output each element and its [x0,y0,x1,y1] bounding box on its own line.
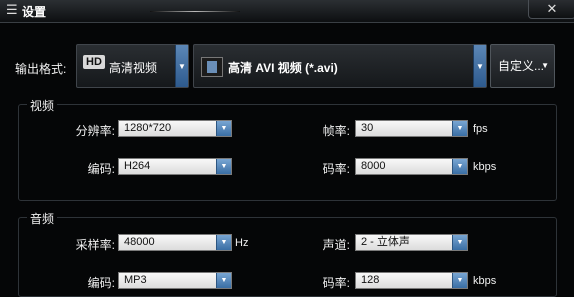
framerate-value: 30 [361,122,374,134]
video-group-title: 视频 [27,97,58,114]
custom-settings-button[interactable]: 自定义... ▼ [490,44,555,88]
resolution-value: 1280*720 [124,122,172,134]
video-codec-value: H264 [124,160,151,172]
resolution-select[interactable]: 1280*720 ▼ [118,120,232,137]
audio-group-title: 音频 [27,210,58,227]
format-value: 高清 AVI 视频 (*.avi) [228,61,338,75]
video-codec-label: 编码: [87,162,115,176]
audio-bitrate-unit: kbps [473,275,497,287]
audio-bitrate-select[interactable]: 128 ▼ [355,272,468,289]
chevron-down-icon[interactable]: ▼ [452,159,467,174]
chevron-down-icon[interactable]: ▼ [473,45,486,87]
samplerate-value: 48000 [124,236,155,248]
title-bar: ☰ 设置 [0,0,574,23]
video-group [18,104,557,201]
chevron-down-icon[interactable]: ▼ [452,235,467,250]
audio-bitrate-value: 128 [361,274,380,286]
video-bitrate-label: 码率: [322,162,350,176]
framerate-select[interactable]: 30 ▼ [355,120,468,137]
chevron-down-icon[interactable]: ▼ [175,45,188,87]
video-bitrate-unit: kbps [473,161,497,173]
chevron-down-icon[interactable]: ▼ [216,273,231,288]
hd-icon: HD [83,55,105,69]
output-format-label: 输出格式: [15,62,67,76]
video-file-icon [201,57,223,77]
video-bitrate-value: 8000 [361,160,386,172]
format-category-value: 高清视频 [109,61,158,75]
title-decoration [150,11,240,12]
samplerate-select[interactable]: 48000 ▼ [118,234,232,251]
audio-codec-select[interactable]: MP3 ▼ [118,272,232,289]
chevron-down-icon: ▼ [541,61,549,70]
samplerate-unit: Hz [235,237,249,249]
chevron-down-icon[interactable]: ▼ [452,273,467,288]
video-bitrate-select[interactable]: 8000 ▼ [355,158,468,175]
channel-label: 声道: [322,238,350,252]
custom-button-label: 自定义... [498,59,545,73]
format-category-dropdown[interactable]: HD 高清视频 ▼ [76,44,189,88]
channel-value: 2 - 立体声 [361,236,410,248]
framerate-label: 帧率: [322,124,350,138]
chevron-down-icon[interactable]: ▼ [216,121,231,136]
close-button[interactable]: ✕ [528,0,574,19]
chevron-down-icon[interactable]: ▼ [216,159,231,174]
window-title: 设置 [22,5,47,19]
menu-icon[interactable]: ☰ [6,2,18,18]
chevron-down-icon[interactable]: ▼ [452,121,467,136]
channel-select[interactable]: 2 - 立体声 ▼ [355,234,468,251]
samplerate-label: 采样率: [75,238,115,252]
format-dropdown[interactable]: 高清 AVI 视频 (*.avi) ▼ [193,44,487,88]
audio-codec-value: MP3 [124,274,147,286]
audio-codec-label: 编码: [87,276,115,290]
video-codec-select[interactable]: H264 ▼ [118,158,232,175]
resolution-label: 分辨率: [75,124,115,138]
audio-bitrate-label: 码率: [322,276,350,290]
framerate-unit: fps [473,123,488,135]
chevron-down-icon[interactable]: ▼ [216,235,231,250]
